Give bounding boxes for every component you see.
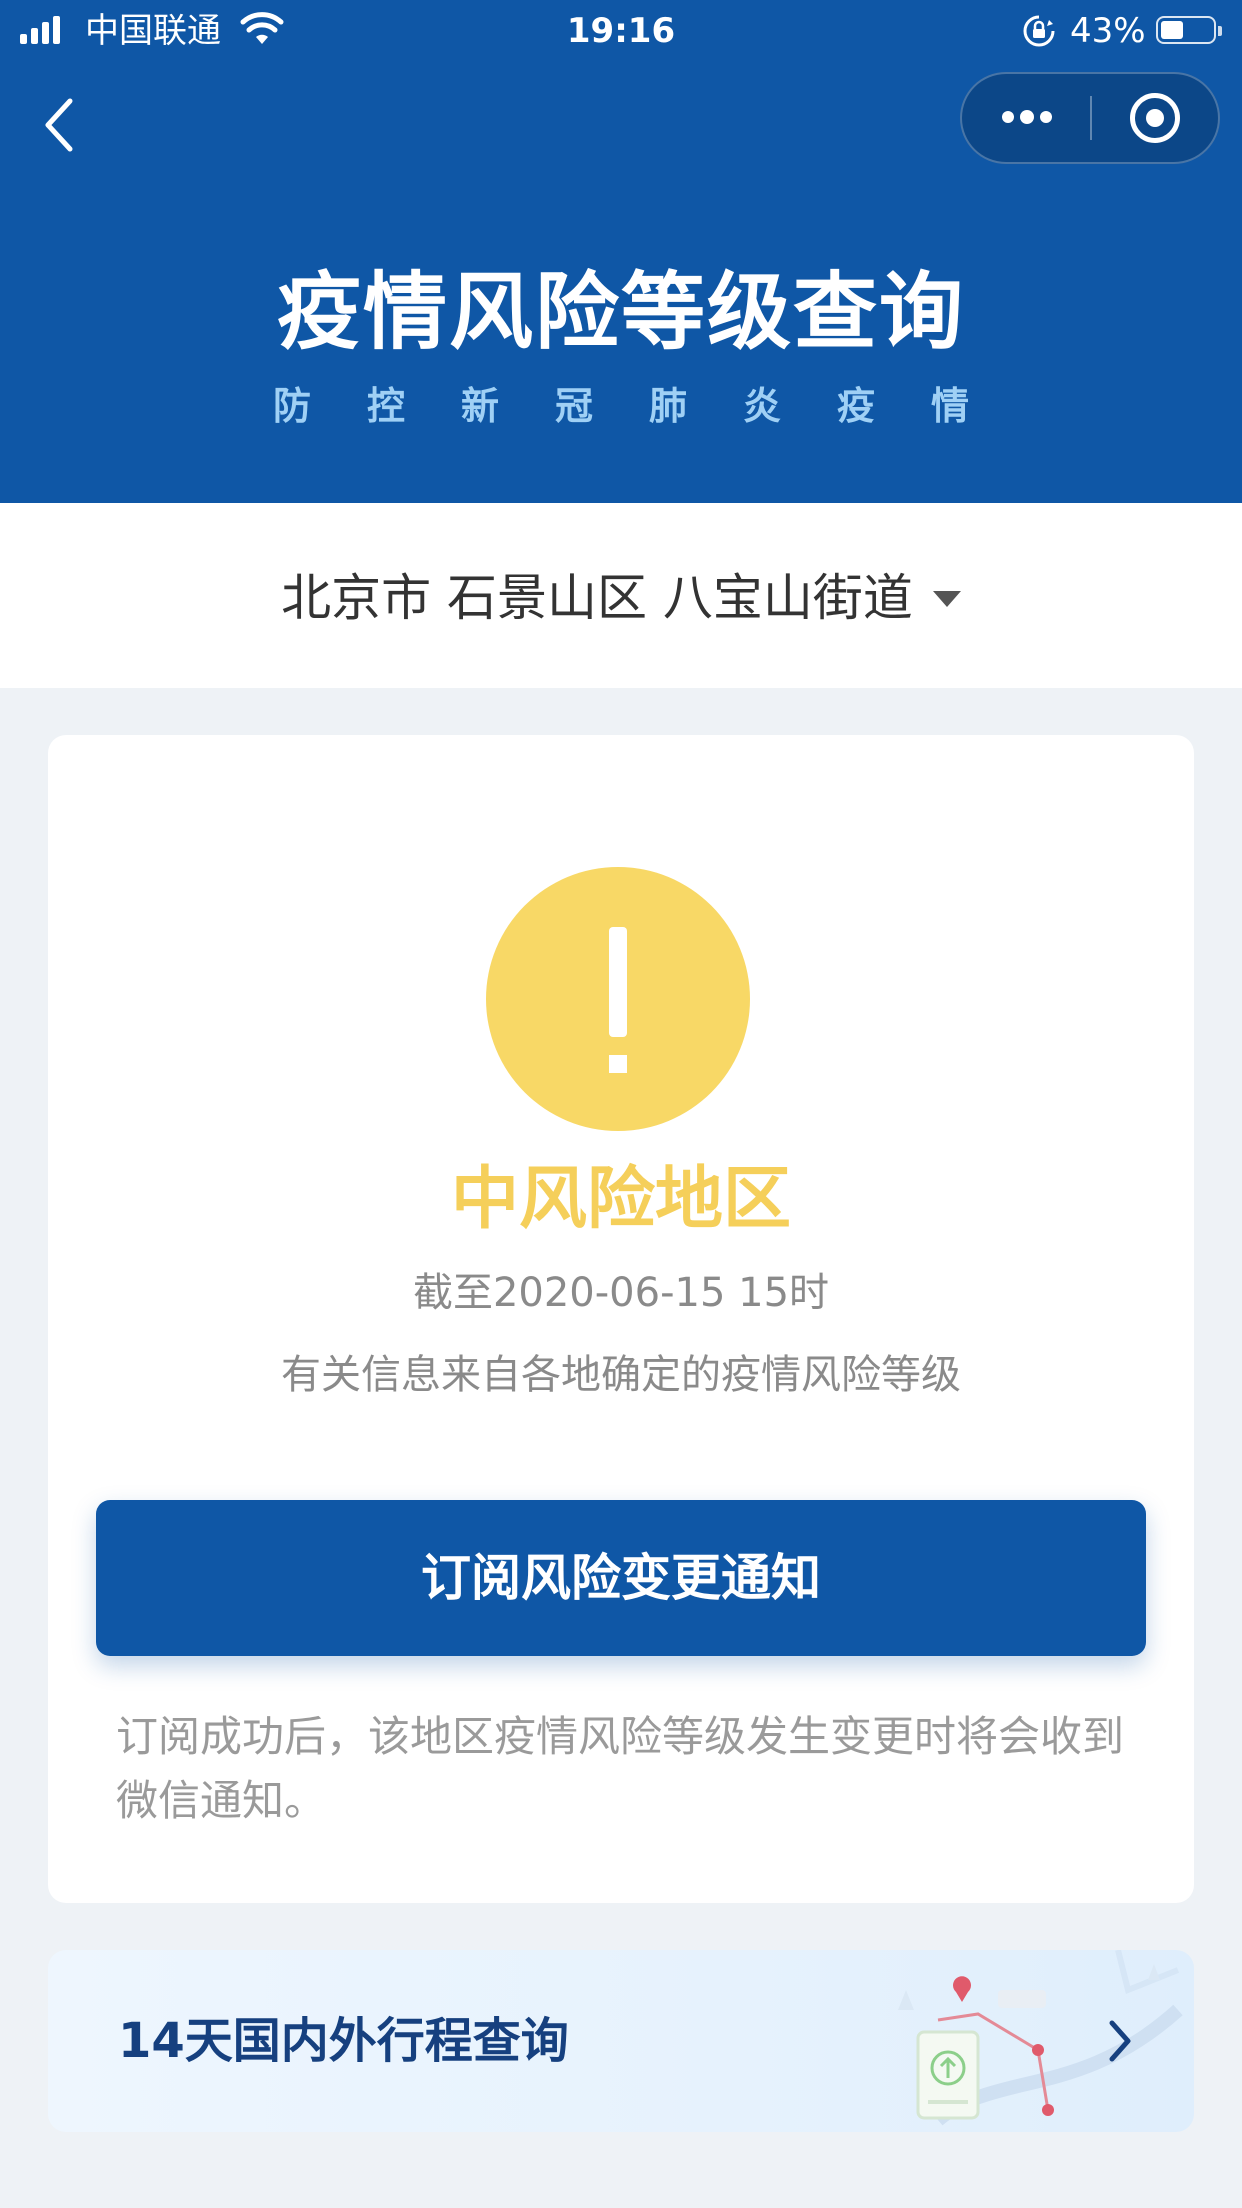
mini-program-capsule: [960, 72, 1220, 164]
risk-level-card: 中风险地区 截至2020-06-15 15时 有关信息来自各地确定的疫情风险等级…: [48, 735, 1194, 1903]
subscribe-note: 订阅成功后，该地区疫情风险等级发生变更时将会收到微信通知。: [116, 1712, 1125, 1825]
battery-percent: 43%: [1070, 11, 1146, 51]
location-selector-bar[interactable]: 北京市 石景山区 八宝山街道: [0, 503, 1242, 688]
trip-query-label: 14天国内外行程查询: [118, 2013, 569, 2069]
data-source-note: 有关信息来自各地确定的疫情风险等级: [281, 1352, 961, 1398]
chevron-right-icon: [1109, 2020, 1131, 2062]
more-button[interactable]: [962, 74, 1092, 162]
location-text: 北京市 石景山区 八宝山街道: [281, 569, 913, 627]
battery-icon: [1156, 16, 1222, 44]
rotation-lock-icon: [1023, 15, 1055, 47]
target-circle-icon: [1130, 93, 1180, 143]
location-selector[interactable]: 北京市 石景山区 八宝山街道: [0, 563, 1242, 633]
exclamation-circle-icon: [486, 867, 750, 1131]
back-button[interactable]: [40, 95, 80, 155]
caret-down-icon: [932, 590, 961, 607]
status-bar: 中国联通 19:16 43%: [0, 0, 1242, 62]
page-title: 疫情风险等级查询: [276, 263, 965, 361]
map-route-illustration: [898, 1950, 1183, 2126]
close-mini-program-button[interactable]: [1092, 74, 1220, 162]
battery-level: [1161, 21, 1183, 39]
as-of-timestamp: 截至2020-06-15 15时: [412, 1270, 830, 1316]
trip-query-card[interactable]: 14天国内外行程查询: [48, 1950, 1194, 2132]
risk-level-text: 中风险地区: [450, 1160, 791, 1239]
page-subtitle: 防控新冠肺炎疫情: [272, 384, 1025, 428]
subscribe-risk-change-button[interactable]: 订阅风险变更通知: [96, 1500, 1146, 1656]
header-banner: 中国联通 19:16 43% 疫情风险等级查询 防控新冠肺炎疫情: [0, 0, 1242, 503]
